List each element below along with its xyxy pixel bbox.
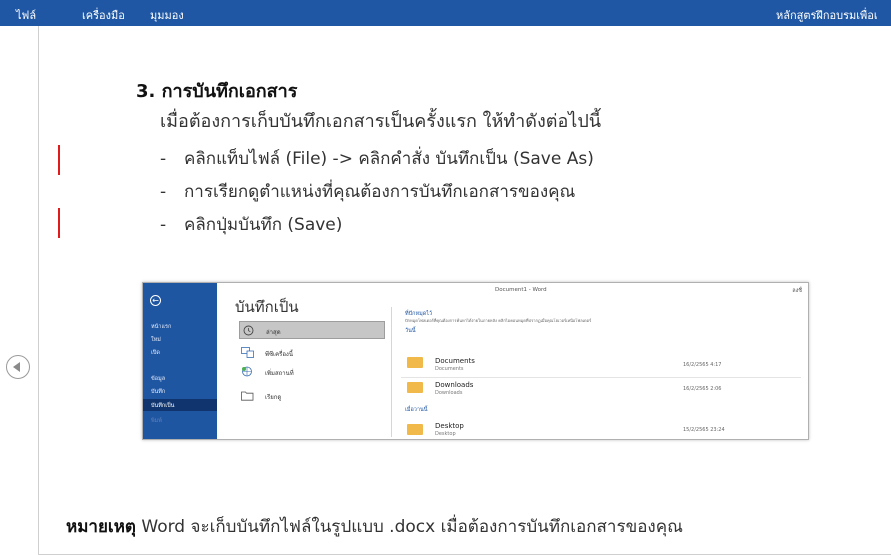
red-marker	[58, 145, 60, 175]
menu-file[interactable]: ไฟล์	[16, 6, 36, 24]
step-text: การเรียกดูตำแหน่งที่คุณต้องการบันทึกเอกส…	[184, 182, 576, 202]
previous-slide-icon	[13, 362, 20, 372]
nav-save: บันทึก	[151, 389, 166, 395]
step-text: คลิกปุ่มบันทึก (Save)	[184, 215, 343, 235]
folder-icon	[407, 357, 423, 368]
back-arrow-icon: ←	[150, 295, 161, 306]
sign-in-label: ลงชื่	[792, 288, 802, 294]
folder-date: 16/2/2565 2:06	[683, 386, 722, 392]
previous-slide-button[interactable]	[6, 355, 30, 379]
location-label: พีซีเครื่องนี้	[265, 351, 293, 358]
nav-home: หน้าแรก	[151, 324, 172, 330]
pane-divider	[391, 307, 392, 437]
location-this-pc: พีซีเครื่องนี้	[239, 344, 385, 362]
folder-path: Desktop	[435, 431, 456, 437]
folder-name: Downloads	[435, 381, 474, 389]
location-label: เพิ่มสถานที่	[265, 370, 294, 377]
folder-icon	[407, 424, 423, 435]
section-heading: 3. การบันทึกเอกสาร	[136, 81, 298, 102]
today-label: วันนี้	[405, 328, 416, 334]
computer-icon	[241, 347, 254, 358]
folder-icon	[407, 382, 423, 393]
pinned-description: ปักหมุดโฟลเดอร์ที่คุณต้องการค้นหาได้ง่าย…	[405, 318, 592, 323]
intro-text: เมื่อต้องการเก็บบันทึกเอกสารเป็นครั้งแรก…	[160, 111, 602, 132]
row-divider	[401, 377, 801, 378]
note-body: Word จะเก็บบันทึกไฟล์ในรูปแบบ .docx เมื่…	[135, 517, 683, 537]
globe-add-icon	[242, 366, 252, 377]
word-save-as-screenshot: ← หน้าแรก ใหม่ เปิด ข้อมูล บันทึก บันทึก…	[142, 282, 809, 440]
folder-open-icon	[241, 391, 254, 401]
folder-date: 15/2/2565 23:24	[683, 427, 725, 433]
nav-info: ข้อมูล	[151, 376, 166, 382]
course-title: หลักสูตรฝึกอบรมเพื่อเ	[776, 9, 878, 22]
clock-icon	[243, 325, 254, 336]
window-title: Document1 - Word	[495, 287, 547, 293]
save-as-title: บันทึกเป็น	[235, 298, 299, 316]
folder-name: Documents	[435, 357, 475, 365]
nav-new: ใหม่	[151, 337, 161, 343]
step-item: - คลิกปุ่มบันทึก (Save)	[160, 215, 343, 235]
menu-view[interactable]: มุมมอง	[150, 6, 184, 24]
top-menubar: ไฟล์ เครื่องมือ มุมมอง หลักสูตรฝึกอบรมเพ…	[0, 0, 891, 26]
backstage-nav: ← หน้าแรก ใหม่ เปิด ข้อมูล บันทึก บันทึก…	[143, 283, 217, 439]
nav-save-as: บันทึกเป็น	[151, 403, 175, 409]
step-text: คลิกแท็บไฟล์ (File) -> คลิกคำสั่ง บันทึก…	[184, 149, 594, 169]
step-item: - การเรียกดูตำแหน่งที่คุณต้องการบันทึกเอก…	[160, 182, 576, 202]
location-add-place: เพิ่มสถานที่	[239, 363, 385, 381]
note-label: หมายเหตุ	[66, 517, 136, 537]
folder-name: Desktop	[435, 422, 464, 430]
nav-open: เปิด	[151, 350, 160, 356]
nav-print: พิมพ์	[151, 418, 162, 424]
step-item: - คลิกแท็บไฟล์ (File) -> คลิกคำสั่ง บันทึ…	[160, 149, 594, 169]
folder-path: Documents	[435, 366, 464, 372]
folder-path: Downloads	[435, 390, 463, 396]
location-recent: ล่าสุด	[239, 321, 385, 339]
location-label: ล่าสุด	[266, 329, 281, 336]
menu-tools[interactable]: เครื่องมือ	[82, 6, 125, 24]
note-text: หมายเหตุ Word จะเก็บบันทึกไฟล์ในรูปแบบ .…	[66, 513, 683, 540]
red-marker	[58, 208, 60, 238]
folder-date: 16/2/2565 4:17	[683, 362, 722, 368]
yesterday-label: เมื่อวานนี้	[405, 407, 428, 413]
location-label: เรียกดู	[265, 394, 282, 401]
location-browse: เรียกดู	[239, 387, 385, 405]
